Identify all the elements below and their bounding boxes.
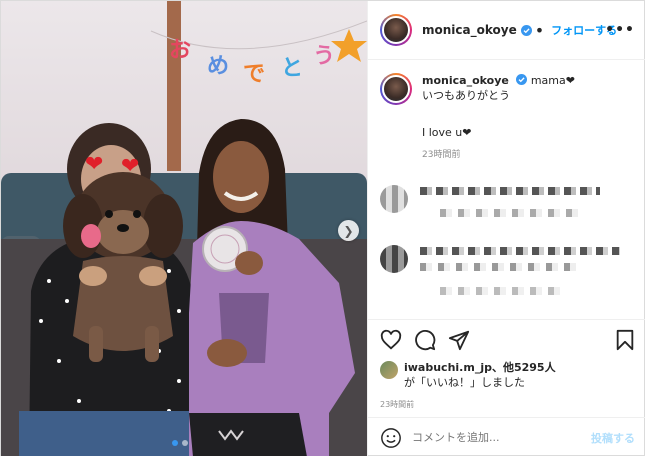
more-icon[interactable]: •••: [605, 22, 635, 38]
likes-summary: iwabuchi.m_jp、他5295人 が「いいね！」しました: [380, 360, 635, 390]
celebration-banner: お め で と う: [150, 20, 367, 87]
person-right: [189, 119, 355, 456]
censored-text: [420, 187, 600, 195]
post-actions: iwabuchi.m_jp、他5295人 が「いいね！」しました 23時間前: [368, 319, 645, 410]
emoji-icon[interactable]: [380, 427, 402, 449]
heart-icon[interactable]: [380, 329, 402, 351]
verified-icon: [520, 24, 532, 36]
post-side-panel: monica_okoye • フォローする ••• monica_okoye m…: [367, 1, 645, 456]
censored-avatar: [380, 245, 408, 273]
chevron-right-icon: ❯: [343, 223, 354, 238]
censored-text: [440, 287, 560, 295]
verified-icon: [516, 74, 528, 85]
bookmark-icon[interactable]: [615, 329, 635, 351]
post-caption: monica_okoye mama❤ いつもありがとう I love u❤ 23…: [380, 73, 640, 163]
dog: [63, 172, 183, 362]
instagram-post: お め で と う ❤ ❤ ❯ monica_okoye • フォローする ••…: [0, 0, 645, 456]
separator-dot: •: [534, 20, 545, 40]
liker-avatar[interactable]: [380, 361, 398, 379]
censored-text: [440, 209, 580, 217]
post-photo[interactable]: お め で と う ❤ ❤ ❯: [1, 1, 367, 456]
carousel-dots: [172, 440, 188, 446]
carousel-dot-active: [172, 440, 178, 446]
carousel-dot: [182, 440, 188, 446]
svg-text:と: と: [281, 56, 303, 81]
svg-text:め: め: [207, 54, 229, 79]
share-icon[interactable]: [448, 329, 470, 351]
caption-text-line1: mama❤: [530, 74, 575, 87]
censored-text: [420, 263, 580, 271]
post-timestamp: 23時間前: [380, 400, 415, 409]
comment-bar: 投稿する: [368, 417, 645, 456]
caption-timestamp: 23時間前: [422, 150, 461, 160]
comment-input[interactable]: [412, 431, 591, 444]
post-comment-button[interactable]: 投稿する: [591, 430, 635, 446]
censored-avatar: [380, 185, 408, 213]
svg-text:う: う: [313, 44, 335, 69]
comment-icon[interactable]: [414, 329, 436, 351]
post-header: monica_okoye • フォローする •••: [368, 1, 645, 60]
author-username[interactable]: monica_okoye: [422, 23, 517, 37]
caption-username[interactable]: monica_okoye: [422, 74, 509, 87]
caption-text-line2: いつもありがとう: [422, 89, 510, 102]
caption-avatar[interactable]: [380, 73, 412, 105]
next-photo-button[interactable]: ❯: [338, 220, 359, 241]
liker-username[interactable]: iwabuchi.m_jp: [404, 361, 492, 374]
svg-text:で: で: [243, 62, 265, 87]
author-avatar[interactable]: [380, 14, 412, 46]
censored-text: [420, 247, 620, 255]
likes-count[interactable]: 、他5295人: [492, 361, 556, 374]
caption-text-line3: I love u❤: [422, 126, 472, 139]
likes-suffix: が「いいね！」しました: [404, 376, 525, 389]
svg-text:お: お: [169, 38, 191, 63]
